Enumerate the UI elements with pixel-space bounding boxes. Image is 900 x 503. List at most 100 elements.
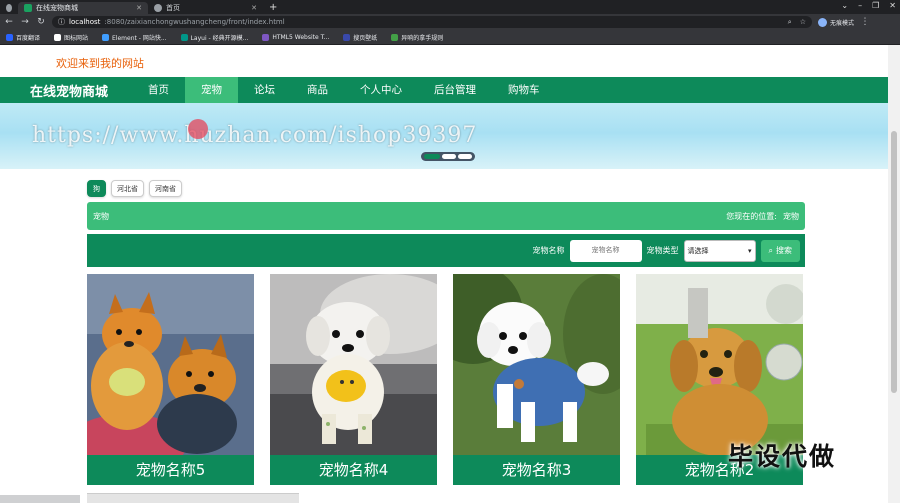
pet-card-name[interactable]: 宠物名称5: [87, 455, 254, 485]
vue-favicon-icon: [24, 4, 32, 12]
bookmark-item[interactable]: Element - 网站快...: [102, 33, 167, 42]
globe-favicon-icon: [154, 4, 162, 12]
window-controls: ⌄ – ❐ ✕: [841, 0, 896, 12]
next-row-preview: [87, 493, 299, 503]
page-viewport: 欢迎来到我的网站 在线宠物商城 首页 宠物 论坛 商品 个人中心 后台管理 购物…: [0, 45, 888, 503]
pet-photo-golden[interactable]: [636, 274, 803, 455]
search-button[interactable]: ⌕ 搜索: [760, 239, 800, 262]
breadcrumb-trail: 您现在的位置: 宠物: [726, 211, 799, 222]
welcome-text: 欢迎来到我的网站: [56, 57, 144, 70]
pet-type-select[interactable]: 请选择 ▾: [683, 239, 756, 262]
back-icon[interactable]: ←: [4, 17, 14, 27]
section-title: 宠物: [93, 211, 109, 221]
new-tab-icon[interactable]: +: [263, 2, 283, 14]
pet-photo-pomeranian[interactable]: [87, 274, 254, 455]
pet-card-name[interactable]: 宠物名称3: [453, 455, 620, 485]
page-scrollbar[interactable]: [888, 45, 900, 503]
close-window-icon[interactable]: ✕: [889, 0, 896, 12]
forward-icon[interactable]: →: [20, 17, 30, 27]
bookmarks-bar: 百度翻译 图标网站 Element - 网站快... Layui - 经典开源模…: [0, 30, 900, 45]
pet-card-grid: 宠物名称5 宠物名称4 宠物名称3 宠物名称2: [87, 274, 803, 485]
nav-item-admin[interactable]: 后台管理: [418, 77, 492, 103]
close-tab-icon[interactable]: ✕: [251, 4, 257, 12]
bookmark-favicon-icon: [102, 33, 110, 41]
bookmark-favicon-icon: [343, 33, 351, 41]
incognito-profile[interactable]: 无痕模式: [818, 17, 855, 27]
nav-item-profile[interactable]: 个人中心: [344, 77, 418, 103]
search-button-label: 搜索: [776, 246, 792, 255]
chevron-down-icon: ▾: [748, 246, 752, 255]
bookmark-favicon-icon: [54, 33, 62, 41]
breadcrumb-current[interactable]: 宠物: [783, 211, 799, 222]
pet-card[interactable]: 宠物名称4: [270, 274, 437, 485]
profile-label: 无痕模式: [830, 19, 855, 27]
zoom-icon[interactable]: ⌕: [788, 18, 792, 27]
url-path: :8080/zaixianchongwushangcheng/front/ind…: [104, 18, 285, 26]
site-nav: 在线宠物商城 首页 宠物 论坛 商品 个人中心 后台管理 购物车: [0, 77, 888, 103]
tab-search-icon[interactable]: ⌄: [841, 0, 848, 12]
nav-item-cart[interactable]: 购物车: [492, 77, 556, 103]
bookmark-label: 搜页壁纸: [353, 34, 378, 42]
bookmark-item[interactable]: Layui - 经典开源模...: [180, 33, 248, 42]
category-filters: 狗 河北省 河南省: [87, 180, 182, 197]
bookmark-item[interactable]: 搜页壁纸: [343, 33, 377, 42]
carousel-dot[interactable]: [424, 154, 440, 159]
bookmark-favicon-icon: [6, 33, 13, 41]
corner-watermark: 毕设代做: [728, 442, 837, 471]
bookmark-label: Element - 网站快...: [112, 34, 167, 42]
bookmark-item[interactable]: HTML5 Website T...: [262, 33, 330, 41]
browser-tab-menu[interactable]: [0, 2, 18, 14]
search-icon: ⌕: [768, 245, 773, 255]
close-tab-icon[interactable]: ✕: [136, 4, 142, 12]
minimize-icon[interactable]: –: [858, 0, 862, 12]
browser-toolbar: ← → ↻ ⓘ localhost:8080/zaixianchongwusha…: [0, 14, 900, 30]
bookmark-label: HTML5 Website T...: [272, 33, 330, 41]
pet-photo-maltese[interactable]: [270, 274, 437, 455]
mouse-cursor-indicator: [188, 119, 208, 139]
category-chip[interactable]: 狗: [87, 180, 106, 197]
nav-item-home[interactable]: 首页: [132, 77, 185, 103]
category-chip[interactable]: 河北省: [111, 180, 144, 197]
incognito-avatar-icon: [818, 17, 827, 27]
type-field-label: 宠物类型: [646, 246, 679, 255]
chrome-icon: [6, 4, 12, 12]
bookmark-favicon-icon: [262, 33, 270, 41]
nav-item-forum[interactable]: 论坛: [238, 77, 291, 103]
site-brand: 在线宠物商城: [30, 84, 109, 100]
breadcrumb-prefix: 您现在的位置:: [726, 211, 777, 221]
menu-kebab-icon[interactable]: ⋮: [860, 17, 870, 27]
reload-icon[interactable]: ↻: [36, 17, 46, 27]
pet-photo-bichon[interactable]: [453, 274, 620, 455]
carousel-dot[interactable]: [458, 154, 472, 159]
breadcrumb: 宠物 您现在的位置: 宠物: [87, 202, 805, 230]
bookmark-item[interactable]: 图标网站: [54, 33, 88, 42]
bookmark-label: 百度翻译: [16, 34, 41, 42]
browser-tab-title: 在线宠物商城: [36, 4, 78, 12]
scrollbar-thumb[interactable]: [891, 131, 897, 393]
bookmark-item[interactable]: 百度翻译: [6, 33, 40, 42]
bookmark-star-icon[interactable]: ☆: [800, 18, 806, 27]
category-chip[interactable]: 河南省: [149, 180, 182, 197]
pet-card[interactable]: 宠物名称5: [87, 274, 254, 485]
name-field-label: 宠物名称: [532, 246, 565, 255]
pet-card[interactable]: 宠物名称3: [453, 274, 620, 485]
search-panel: 宠物名称 宠物类型 请选择 ▾ ⌕ 搜索: [87, 234, 805, 267]
hero-banner[interactable]: https://www.huzhan.com/ishop39397: [0, 103, 888, 169]
bookmark-label: 异响的拿手规则: [401, 34, 444, 42]
info-icon[interactable]: ⓘ: [58, 17, 65, 27]
bookmark-favicon-icon: [180, 33, 188, 41]
browser-tab-home[interactable]: 首页 ✕: [148, 2, 263, 14]
browser-tab-shop[interactable]: 在线宠物商城 ✕: [18, 2, 148, 14]
nav-item-goods[interactable]: 商品: [291, 77, 344, 103]
address-bar[interactable]: ⓘ localhost:8080/zaixianchongwushangchen…: [52, 16, 812, 28]
restore-icon[interactable]: ❐: [872, 0, 879, 12]
nav-item-pets[interactable]: 宠物: [185, 77, 238, 103]
carousel-dot[interactable]: [442, 154, 456, 159]
bookmark-label: 图标网站: [64, 34, 89, 42]
bottom-overlay: [0, 495, 80, 503]
bookmark-item[interactable]: 异响的拿手规则: [391, 33, 443, 42]
pet-name-input[interactable]: [569, 239, 642, 262]
pet-card-name[interactable]: 宠物名称4: [270, 455, 437, 485]
omnibox-actions: ⌕ ☆: [788, 18, 806, 27]
browser-tab-strip: 在线宠物商城 ✕ 首页 ✕ + ⌄ – ❐ ✕: [0, 0, 900, 14]
